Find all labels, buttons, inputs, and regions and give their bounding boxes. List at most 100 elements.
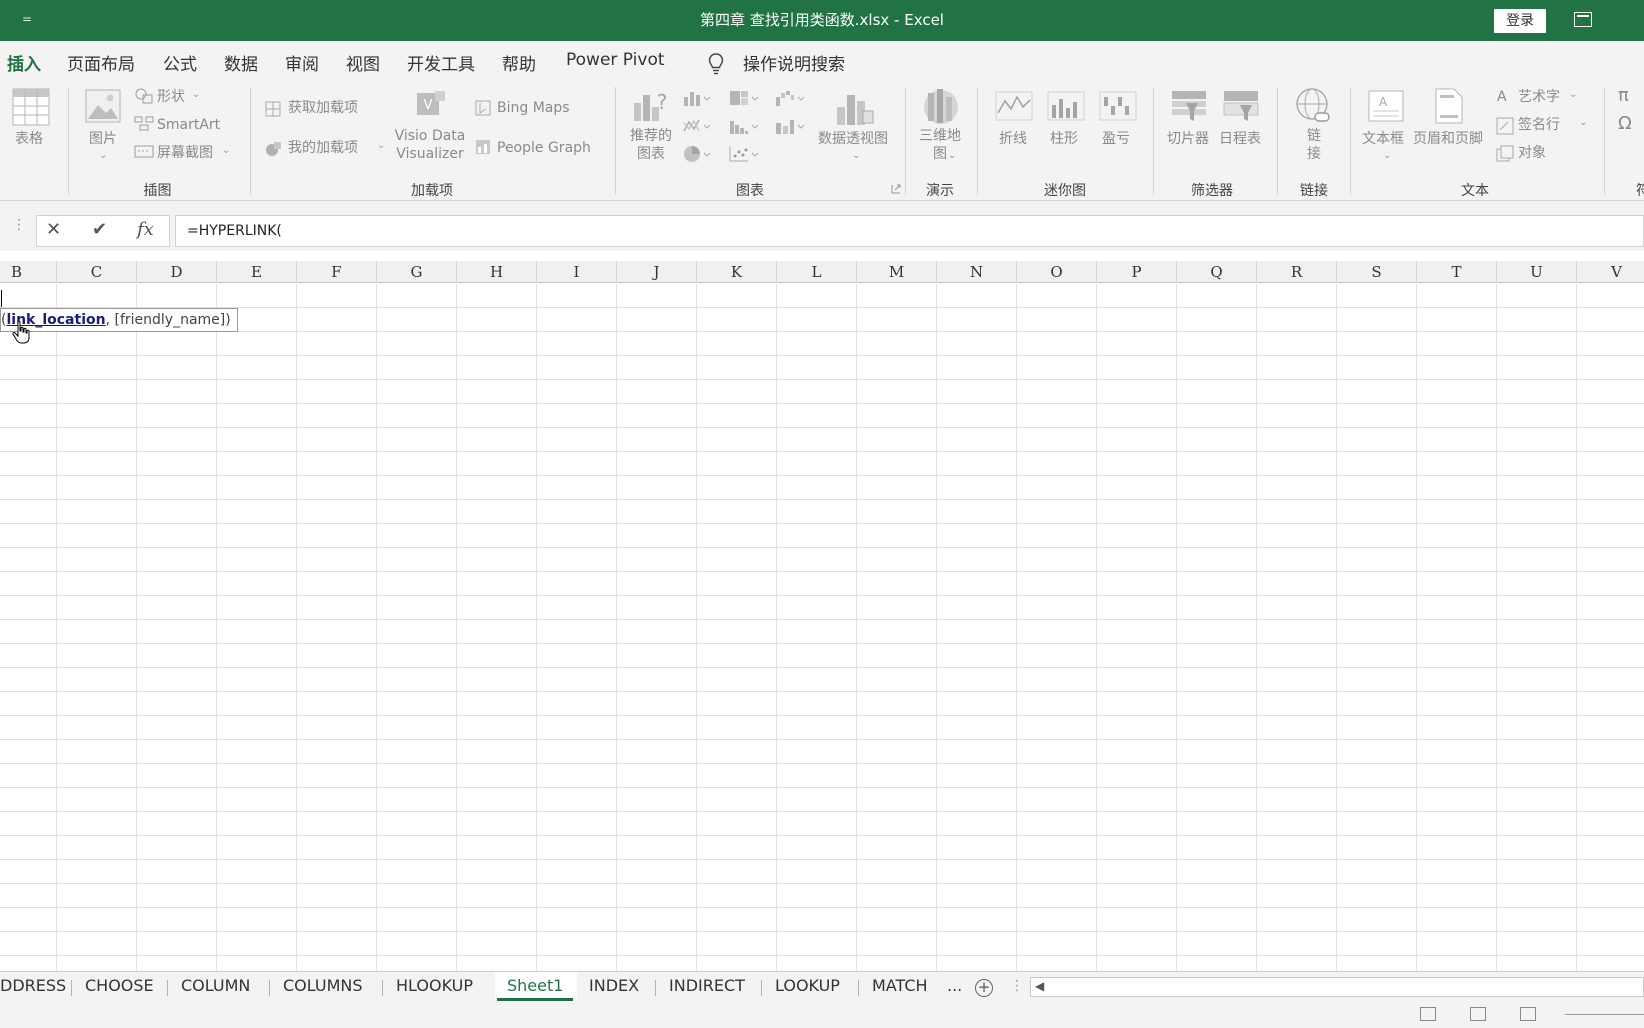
sheet-tab-sheet1[interactable]: Sheet1	[496, 976, 574, 1001]
textbox-icon[interactable]: A	[1367, 89, 1405, 123]
cancel-icon[interactable]: ✕	[46, 219, 61, 240]
splitter-handle-icon[interactable]: ⋮	[1010, 978, 1024, 994]
add-sheet-button[interactable]: +	[975, 979, 993, 997]
people-graph-button[interactable]: People Graph	[497, 140, 591, 158]
column-header[interactable]: M	[857, 261, 937, 283]
tab-formulas[interactable]: 公式	[163, 50, 197, 75]
screenshot-button[interactable]: 屏幕截图	[157, 145, 213, 163]
tab-power-pivot[interactable]: Power Pivot	[566, 50, 665, 70]
link-button[interactable]: 链接	[1299, 128, 1329, 163]
column-header[interactable]: R	[1257, 261, 1337, 283]
column-header[interactable]: N	[937, 261, 1017, 283]
waterfall-chart-icon[interactable]	[774, 89, 806, 107]
column-header[interactable]: H	[457, 261, 537, 283]
my-addins-button[interactable]: 我的加载项	[288, 140, 358, 158]
scatter-chart-icon[interactable]	[728, 145, 760, 163]
column-header[interactable]: J	[617, 261, 697, 283]
sheet-tab-match[interactable]: MATCH	[872, 976, 928, 995]
page-break-view-icon[interactable]	[1520, 1007, 1536, 1021]
enter-icon[interactable]: ✔	[92, 219, 107, 240]
column-header[interactable]: F	[297, 261, 377, 283]
normal-view-icon[interactable]	[1420, 1007, 1436, 1021]
column-header[interactable]: E	[217, 261, 297, 283]
sheet-tab-lookup[interactable]: LOOKUP	[775, 976, 840, 995]
dialog-launcher-icon[interactable]	[891, 184, 901, 194]
slicer-button[interactable]: 切片器	[1167, 131, 1209, 149]
tab-insert[interactable]: 插入	[7, 50, 41, 83]
worksheet-grid[interactable]: BCDEFGHIJKLMNOPQRSTUV	[0, 251, 1644, 971]
column-header[interactable]: P	[1097, 261, 1177, 283]
equation-button[interactable]: π	[1618, 85, 1629, 108]
shapes-button[interactable]: 形状	[157, 89, 185, 107]
column-header[interactable]: T	[1417, 261, 1497, 283]
picture-icon[interactable]	[85, 89, 121, 123]
statistic-chart-icon[interactable]	[728, 117, 760, 135]
recommended-charts-icon[interactable]: ?	[632, 89, 670, 123]
wordart-button[interactable]: 艺术字	[1518, 89, 1560, 107]
column-header[interactable]: I	[537, 261, 617, 283]
column-header[interactable]: B	[0, 261, 57, 283]
login-button[interactable]: 登录	[1494, 9, 1546, 33]
sparkline-column-button[interactable]: 柱形	[1050, 131, 1078, 149]
cells[interactable]	[0, 284, 1644, 971]
column-header[interactable]: O	[1017, 261, 1097, 283]
pivot-chart-button[interactable]: 数据透视图	[818, 131, 888, 149]
3d-map-icon[interactable]	[922, 87, 960, 127]
sparkline-winloss-icon[interactable]	[1099, 91, 1137, 121]
smartart-button[interactable]: SmartArt	[157, 117, 220, 135]
sheet-tab-index[interactable]: INDEX	[589, 976, 639, 995]
column-header[interactable]: U	[1497, 261, 1577, 283]
column-header[interactable]: S	[1337, 261, 1417, 283]
signature-line-button[interactable]: 签名行	[1518, 117, 1560, 135]
header-footer-icon[interactable]	[1434, 87, 1464, 125]
page-layout-view-icon[interactable]	[1470, 1007, 1486, 1021]
get-addins-button[interactable]: 获取加载项	[288, 100, 358, 118]
tab-review[interactable]: 审阅	[285, 50, 319, 75]
sheet-tab-choose[interactable]: CHOOSE	[85, 976, 154, 995]
sparkline-line-button[interactable]: 折线	[999, 131, 1027, 149]
picture-button[interactable]: 图片	[89, 131, 117, 149]
combo-chart-icon[interactable]	[774, 117, 806, 135]
tab-developer[interactable]: 开发工具	[407, 50, 475, 75]
sparkline-line-icon[interactable]	[995, 91, 1033, 121]
visio-data-visualizer-button[interactable]: Visio Data Visualizer	[390, 128, 470, 163]
object-button[interactable]: 对象	[1518, 145, 1546, 163]
column-header[interactable]: L	[777, 261, 857, 283]
pivot-chart-icon[interactable]	[835, 87, 875, 127]
symbol-button[interactable]: Ω	[1618, 113, 1632, 136]
line-chart-icon[interactable]	[682, 117, 712, 135]
tab-view[interactable]: 视图	[346, 50, 380, 75]
scroll-left-icon[interactable]: ◀	[1035, 979, 1044, 993]
sparkline-winloss-button[interactable]: 盈亏	[1102, 131, 1130, 149]
timeline-button[interactable]: 日程表	[1219, 131, 1261, 149]
sheet-tab-indirect[interactable]: INDIRECT	[669, 976, 745, 995]
textbox-button[interactable]: 文本框	[1362, 131, 1404, 149]
recommended-charts-button[interactable]: 推荐的 图表	[623, 128, 679, 163]
table-icon[interactable]	[12, 87, 50, 127]
column-chart-icon[interactable]	[682, 89, 712, 107]
tab-data[interactable]: 数据	[224, 50, 258, 75]
insert-function-icon[interactable]: fx	[137, 219, 154, 240]
3d-map-button[interactable]: 三维地图	[912, 128, 968, 163]
column-header[interactable]: C	[57, 261, 137, 283]
tab-help[interactable]: 帮助	[502, 50, 536, 75]
column-header[interactable]: D	[137, 261, 217, 283]
zoom-slider[interactable]	[1565, 1014, 1644, 1015]
drag-handle-icon[interactable]: ⋮	[12, 217, 26, 233]
column-header[interactable]: G	[377, 261, 457, 283]
horizontal-scrollbar[interactable]: ◀	[1030, 977, 1644, 997]
sheet-tab-columns[interactable]: COLUMNS	[283, 976, 363, 995]
column-header[interactable]: Q	[1177, 261, 1257, 283]
sheet-tab-column[interactable]: COLUMN	[181, 976, 250, 995]
column-header[interactable]: K	[697, 261, 777, 283]
header-footer-button[interactable]: 页眉和页脚	[1413, 131, 1483, 149]
tell-me-search[interactable]: 操作说明搜索	[743, 50, 845, 75]
visio-icon[interactable]: V	[415, 89, 447, 119]
slicer-icon[interactable]	[1170, 89, 1208, 123]
timeline-icon[interactable]	[1222, 89, 1260, 123]
tab-page-layout[interactable]: 页面布局	[67, 50, 135, 75]
more-sheets-button[interactable]: ...	[947, 976, 962, 995]
column-header[interactable]: V	[1577, 261, 1644, 283]
ribbon-display-options-icon[interactable]	[1574, 12, 1592, 27]
link-icon[interactable]	[1295, 87, 1333, 127]
